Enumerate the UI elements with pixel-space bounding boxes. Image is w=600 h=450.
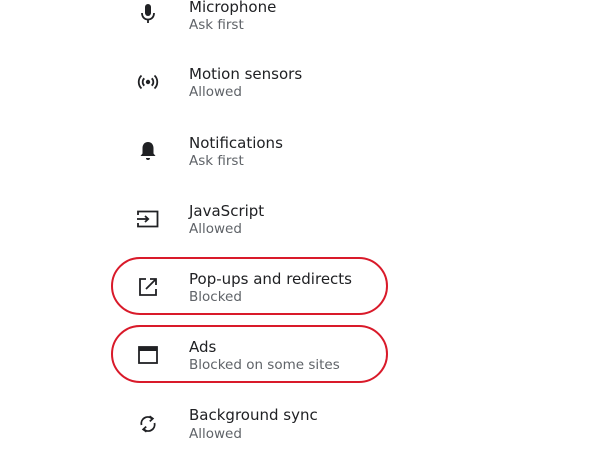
setting-subtitle: Allowed	[189, 426, 242, 442]
bell-icon	[134, 137, 162, 165]
setting-motion-sensors[interactable]: Motion sensors Allowed	[0, 48, 600, 116]
setting-notifications[interactable]: Notifications Ask first	[0, 117, 600, 185]
setting-ads[interactable]: Ads Blocked on some sites	[0, 321, 600, 389]
setting-microphone[interactable]: Microphone Ask first	[0, 0, 600, 48]
setting-title: Microphone	[189, 0, 277, 16]
setting-title: Notifications	[189, 134, 283, 152]
setting-title: Pop-ups and redirects	[189, 270, 352, 288]
sync-icon	[134, 410, 162, 438]
javascript-icon	[134, 205, 162, 233]
setting-subtitle: Allowed	[189, 84, 242, 100]
setting-background-sync[interactable]: Background sync Allowed	[0, 390, 600, 450]
setting-subtitle: Ask first	[189, 153, 244, 169]
microphone-icon	[134, 0, 162, 28]
ad-window-icon	[134, 341, 162, 369]
setting-subtitle: Ask first	[189, 17, 244, 33]
setting-subtitle: Blocked on some sites	[189, 357, 340, 373]
setting-javascript[interactable]: JavaScript Allowed	[0, 185, 600, 253]
motion-sensors-icon	[134, 68, 162, 96]
external-link-icon	[134, 273, 162, 301]
setting-subtitle: Allowed	[189, 221, 242, 237]
setting-subtitle: Blocked	[189, 289, 242, 305]
setting-title: Motion sensors	[189, 65, 303, 83]
setting-title: Background sync	[189, 406, 318, 424]
site-settings-screen: Microphone Ask first Motion sensors Allo…	[0, 0, 600, 450]
setting-popups-and-redirects[interactable]: Pop-ups and redirects Blocked	[0, 253, 600, 321]
setting-title: JavaScript	[189, 202, 265, 220]
setting-title: Ads	[189, 338, 217, 356]
